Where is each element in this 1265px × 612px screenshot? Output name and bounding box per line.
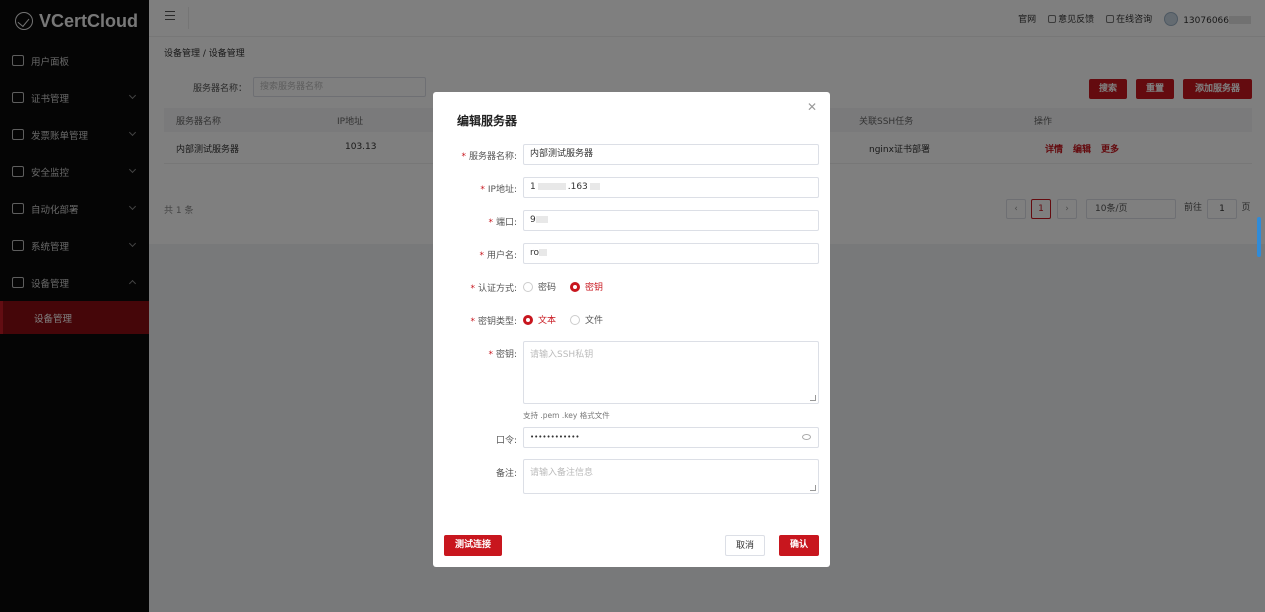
- note-label: 备注:: [495, 469, 517, 479]
- username-label: * 用户名:: [479, 251, 517, 261]
- auth-radio-group: 密码 密钥: [523, 280, 603, 293]
- key-label: * 密钥:: [488, 350, 517, 360]
- keytype-file-radio[interactable]: 文件: [570, 313, 603, 326]
- username-input[interactable]: ro: [523, 243, 819, 264]
- close-icon[interactable]: ✕: [807, 100, 817, 114]
- test-connection-button[interactable]: 测试连接: [444, 535, 502, 556]
- keytype-text-radio[interactable]: 文本: [523, 313, 556, 326]
- edit-server-dialog: 编辑服务器 ✕ * 服务器名称: 内部测试服务器 * IP地址: 1.163 * 端口…: [433, 92, 830, 567]
- keytype-label: * 密钥类型:: [470, 317, 517, 327]
- port-label: * 端口:: [488, 218, 517, 228]
- ssh-key-textarea[interactable]: 请输入SSH私钥: [523, 341, 819, 404]
- ip-label: * IP地址:: [480, 185, 517, 195]
- ip-input[interactable]: 1.163: [523, 177, 819, 198]
- auth-password-radio[interactable]: 密码: [523, 280, 556, 293]
- auth-label: * 认证方式:: [470, 284, 517, 294]
- note-textarea[interactable]: 请输入备注信息: [523, 459, 819, 494]
- keytype-radio-group: 文本 文件: [523, 313, 603, 326]
- eye-icon[interactable]: [802, 434, 811, 440]
- scrollbar[interactable]: [1257, 217, 1261, 257]
- passphrase-input[interactable]: ••••••••••••: [523, 427, 819, 448]
- confirm-button[interactable]: 确认: [779, 535, 819, 556]
- auth-key-radio[interactable]: 密钥: [570, 280, 603, 293]
- port-input[interactable]: 9: [523, 210, 819, 231]
- key-hint: 支持 .pem .key 格式文件: [523, 411, 610, 420]
- server-name-input[interactable]: 内部测试服务器: [523, 144, 819, 165]
- passphrase-label: 口令:: [495, 436, 517, 446]
- cancel-button[interactable]: 取消: [725, 535, 765, 556]
- dialog-title: 编辑服务器: [457, 114, 518, 128]
- name-label: * 服务器名称:: [461, 152, 517, 162]
